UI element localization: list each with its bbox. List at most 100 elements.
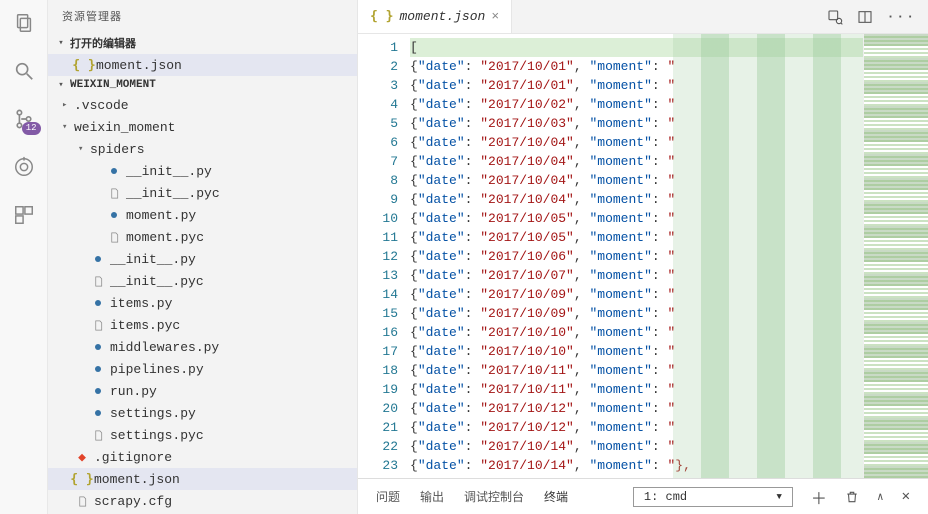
sidebar-title: 资源管理器 [48,0,357,32]
preview-icon[interactable] [827,9,843,25]
chevron-icon: ▸ [62,100,74,110]
source-control-icon[interactable]: 12 [11,106,37,132]
tree-label: items.py [110,296,172,311]
tree-file[interactable]: settings.py [48,402,357,424]
json-icon: { } [370,9,393,24]
tree-file[interactable]: pipelines.py [48,358,357,380]
tree-folder[interactable]: ▾spiders [48,138,357,160]
tree-label: .vscode [74,98,129,113]
file-icon [106,231,122,244]
project-name: WEIXIN_MOMENT [70,79,156,91]
chevron-down-icon: ▾ [54,38,68,48]
git-icon: ◆ [74,450,90,465]
chevron-up-icon[interactable]: ∧ [877,490,884,504]
tree-folder[interactable]: ▾weixin_moment [48,116,357,138]
tree-label: __init__.pyc [110,274,204,289]
selection-overlay [673,34,863,478]
activity-bar: 12 [0,0,48,514]
tab-title: moment.json [399,9,485,24]
files-icon[interactable] [11,10,37,36]
split-editor-icon[interactable] [857,9,873,25]
code-content[interactable]: [{"date": "2017/10/01", "moment": "{"dat… [410,34,863,478]
close-panel-icon[interactable]: ✕ [902,488,910,505]
tree-label: settings.pyc [110,428,204,443]
file-icon [90,429,106,442]
tree-label: scrapy.cfg [94,494,172,509]
new-terminal-icon[interactable]: ＋ [811,485,827,509]
tree-label: moment.json [94,472,180,487]
tree-label: moment.py [126,208,196,223]
tree-label: items.pyc [110,318,180,333]
python-icon [90,341,106,353]
tree-label: settings.py [110,406,196,421]
chevron-down-icon: ▼ [777,492,782,502]
panel-tab-terminal[interactable]: 终端 [544,488,568,505]
panel-tab-debug[interactable]: 调试控制台 [464,488,524,505]
terminal-select[interactable]: 1: cmd ▼ [633,487,793,507]
tree-label: moment.pyc [126,230,204,245]
tree-label: middlewares.py [110,340,219,355]
project-header[interactable]: ▾ WEIXIN_MOMENT [48,76,357,94]
close-icon[interactable]: × [491,9,499,24]
open-editor-item[interactable]: { } moment.json [48,54,357,76]
editor-actions: ··· [827,9,928,25]
tree-file[interactable]: __init__.py [48,248,357,270]
trash-icon[interactable] [845,490,859,504]
file-icon [90,275,106,288]
tree-file[interactable]: middlewares.py [48,336,357,358]
tree-label: weixin_moment [74,120,175,135]
tree-file[interactable]: run.py [48,380,357,402]
tree-file[interactable]: moment.pyc [48,226,357,248]
tree-file[interactable]: { } moment.json [48,468,357,490]
chevron-down-icon: ▾ [54,80,68,90]
chevron-icon: ▾ [62,122,74,132]
editor-tab[interactable]: { } moment.json × [358,0,512,33]
open-editor-label: moment.json [96,58,182,73]
chevron-icon: ▾ [78,144,90,154]
file-icon [106,187,122,200]
extensions-icon[interactable] [11,202,37,228]
panel-tab-problems[interactable]: 问题 [376,488,400,505]
python-icon [90,363,106,375]
python-icon [90,297,106,309]
python-icon [90,407,106,419]
tree-file[interactable]: __init__.pyc [48,182,357,204]
scm-badge: 12 [22,122,41,135]
python-icon [90,253,106,265]
tree-file[interactable]: ◆ .gitignore [48,446,357,468]
tree-label: .gitignore [94,450,172,465]
python-icon [106,209,122,221]
tree-file[interactable]: __init__.pyc [48,270,357,292]
tree-file[interactable]: scrapy.cfg [48,490,357,512]
tree-file[interactable]: items.py [48,292,357,314]
file-icon [90,319,106,332]
more-icon[interactable]: ··· [887,9,916,25]
tree-label: run.py [110,384,157,399]
code-editor[interactable]: 1234567891011121314151617181920212223 [{… [358,34,928,478]
search-icon[interactable] [11,58,37,84]
tree-file[interactable]: __init__.py [48,160,357,182]
file-tree: ▸.vscode▾weixin_moment▾spiders__init__.p… [48,94,357,512]
json-icon: { } [74,472,90,487]
open-editors-header[interactable]: ▾ 打开的编辑器 [48,32,357,54]
tree-label: __init__.pyc [126,186,220,201]
tree-label: __init__.py [126,164,212,179]
json-icon: { } [76,58,92,73]
tree-folder[interactable]: ▸.vscode [48,94,357,116]
tree-label: pipelines.py [110,362,204,377]
minimap[interactable] [863,34,928,478]
tree-file[interactable]: moment.py [48,204,357,226]
file-icon [74,495,90,508]
editor-group: { } moment.json × ··· 123456789101112131… [358,0,928,514]
panel-tab-output[interactable]: 输出 [420,488,444,505]
tree-file[interactable]: items.pyc [48,314,357,336]
terminal-select-label: 1: cmd [644,490,687,504]
python-icon [90,385,106,397]
tree-label: spiders [90,142,145,157]
sidebar: 资源管理器 ▾ 打开的编辑器 { } moment.json ▾ WEIXIN_… [48,0,358,514]
tree-file[interactable]: settings.pyc [48,424,357,446]
debug-icon[interactable] [11,154,37,180]
python-icon [106,165,122,177]
panel: 问题 输出 调试控制台 终端 1: cmd ▼ ＋ ∧ ✕ [358,478,928,514]
open-editors-label: 打开的编辑器 [70,35,136,51]
